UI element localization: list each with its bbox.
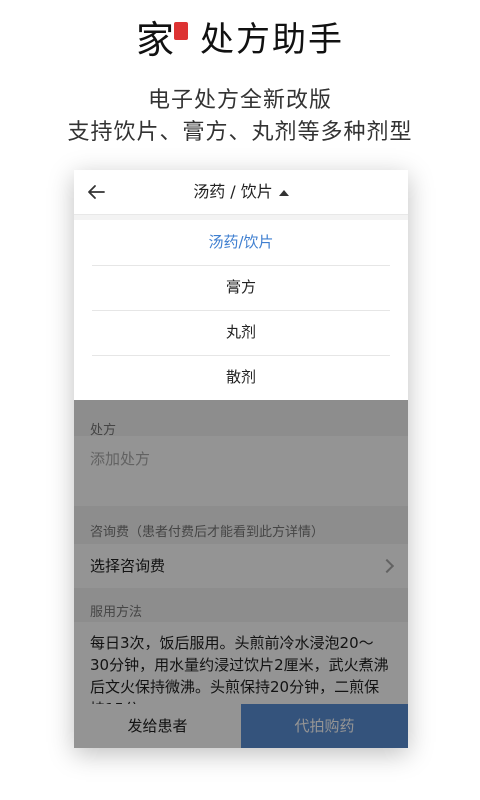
- dropdown-item-pill[interactable]: 丸剂: [92, 310, 390, 356]
- dropdown-item-powder[interactable]: 散剂: [92, 355, 390, 400]
- brand-header: 家 处方助手: [0, 12, 480, 68]
- app-bar: 汤药 / 饮片: [74, 170, 408, 215]
- dosage-form-dropdown: 汤药/饮片 膏方 丸剂 散剂: [74, 220, 408, 400]
- brand-title: 处方助手: [200, 20, 344, 60]
- dropdown-item-paste[interactable]: 膏方: [92, 265, 390, 311]
- dosage-form-selector[interactable]: 汤药 / 饮片: [74, 170, 408, 214]
- caret-up-icon: [278, 189, 289, 196]
- dropdown-item-decoction[interactable]: 汤药/饮片: [92, 220, 390, 266]
- logo-glyph: 家: [136, 18, 175, 62]
- seal-icon: [174, 22, 188, 40]
- dimming-overlay[interactable]: [74, 400, 408, 748]
- tagline-secondary: 支持饮片、膏方、丸剂等多种剂型: [67, 120, 413, 145]
- tagline-primary: 电子处方全新改版: [147, 88, 332, 113]
- appbar-title: 汤药 / 饮片: [193, 182, 273, 201]
- phone-screen: 汤药 / 饮片 处方 添加处方 咨询费（患者付费后才能看到此方详情） 选择咨询费…: [74, 170, 408, 748]
- brand-logo: 家: [136, 18, 188, 62]
